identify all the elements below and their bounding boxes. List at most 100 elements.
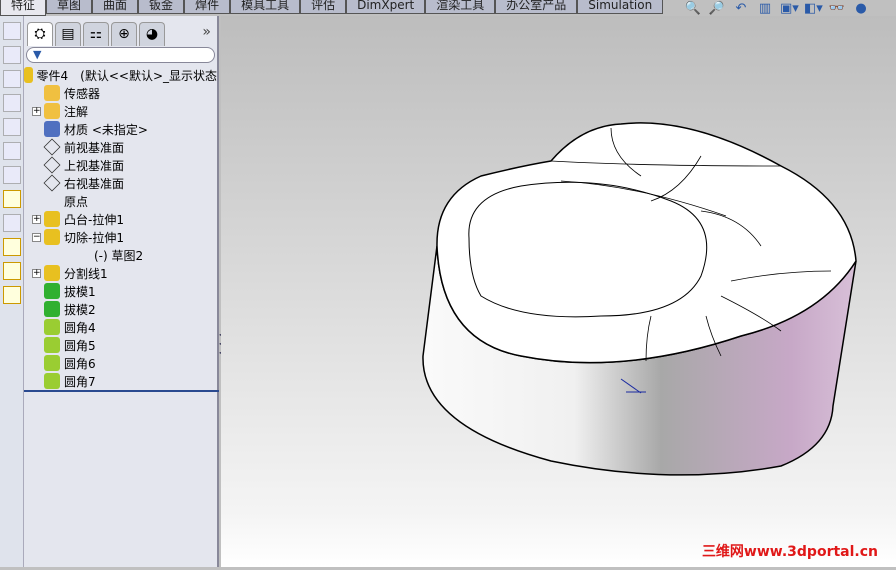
propertymanager-icon[interactable]: ▤ <box>55 22 81 46</box>
view-cube-icon[interactable] <box>3 142 21 160</box>
fillet-icon <box>44 319 60 335</box>
tree-item-label: 前视基准面 <box>64 140 125 155</box>
tree-item[interactable]: − 切除-拉伸1 <box>24 228 217 246</box>
sketch-tool-icon[interactable] <box>3 190 21 208</box>
tree-item-label: 原点 <box>64 194 89 209</box>
tree-item[interactable]: 传感器 <box>24 84 217 102</box>
tree-item-label: 右视基准面 <box>64 176 125 191</box>
view-orientation-icon[interactable]: ▣▾ <box>780 1 799 17</box>
feature-tree: 零件4 (默认<<默认>_显示状态 传感器 + 注解材质 <未指定> 前视基准面上视基… <box>24 64 217 390</box>
move-entities-icon[interactable] <box>3 238 21 256</box>
cut-extrude-icon <box>44 229 60 245</box>
tab-8[interactable]: 渲染工具 <box>425 0 496 14</box>
tree-item[interactable]: 右视基准面 <box>24 174 217 192</box>
graphics-area[interactable]: 三维网www.3dportal.cn <box>221 16 896 567</box>
view-cube-icon[interactable] <box>3 166 21 184</box>
assembly-icon[interactable] <box>3 262 21 280</box>
tree-item-label: 传感器 <box>64 86 101 101</box>
view-cube-icon[interactable] <box>3 22 21 40</box>
tab-1[interactable]: 草图 <box>46 0 93 14</box>
tree-item[interactable]: 圆角5 <box>24 336 217 354</box>
panel-divider[interactable] <box>24 390 219 392</box>
tab-6[interactable]: 评估 <box>300 0 347 14</box>
tab-3[interactable]: 钣金 <box>138 0 185 14</box>
tree-item-label: 圆角7 <box>64 374 96 389</box>
tree-item[interactable]: 上视基准面 <box>24 156 217 174</box>
view-cube-icon[interactable] <box>3 94 21 112</box>
zoom-area-icon[interactable]: 🔎 <box>708 1 726 17</box>
tree-item[interactable]: 前视基准面 <box>24 138 217 156</box>
tree-item-label: 切除-拉伸1 <box>64 230 124 245</box>
display-style-icon[interactable]: ◧▾ <box>804 1 823 17</box>
tree-item-label: 圆角5 <box>64 338 96 353</box>
tree-item[interactable]: + 凸台-拉伸1 <box>24 210 217 228</box>
material-icon <box>44 121 60 137</box>
view-cube-icon[interactable] <box>3 70 21 88</box>
display-manager-icon[interactable]: ◕ <box>139 22 165 46</box>
filter-input[interactable]: ▼ <box>26 47 215 63</box>
tree-item[interactable]: 材质 <未指定> <box>24 120 217 138</box>
tree-item[interactable]: + 分割线1 <box>24 264 217 282</box>
tree-item-label: 拔模1 <box>64 284 96 299</box>
watermark: 三维网www.3dportal.cn <box>701 544 878 560</box>
section-view-icon[interactable]: ▥ <box>756 1 774 17</box>
tree-item[interactable]: + 注解 <box>24 102 217 120</box>
feature-manager-panel: ⛭ ▤ ⚏ ⊕ ◕ » ▼ 零件4 (默认<<默认>_显示状态 传感器 + 注解材质 <未指… <box>24 16 219 567</box>
tab-7[interactable]: DimXpert <box>346 0 426 14</box>
filter-icon: ▼ <box>33 48 42 61</box>
sensor-folder-icon <box>44 85 60 101</box>
plane-icon <box>43 156 61 174</box>
draft-icon <box>44 301 60 317</box>
dimxpert-icon[interactable]: ⊕ <box>111 22 137 46</box>
tree-item-label: 注解 <box>64 104 89 119</box>
more-tabs-button[interactable]: » <box>202 24 211 40</box>
tab-9[interactable]: 办公室产品 <box>495 0 578 14</box>
tree-item-label: 材质 <未指定> <box>64 122 148 137</box>
tab-0[interactable]: 特征 <box>0 0 47 16</box>
featuremanager-icon[interactable]: ⛭ <box>27 22 53 46</box>
tree-item[interactable]: 原点 <box>24 192 217 210</box>
tab-2[interactable]: 曲面 <box>92 0 139 14</box>
previous-view-icon[interactable]: ↶ <box>732 1 750 17</box>
tab-10[interactable]: Simulation <box>577 0 664 14</box>
panel-tabs: ⛭ ▤ ⚏ ⊕ ◕ <box>24 16 217 46</box>
tree-item-label: (-) 草图2 <box>94 248 144 263</box>
expand-toggle[interactable]: − <box>32 232 41 242</box>
fillet-icon <box>44 355 60 371</box>
add-relation-icon[interactable] <box>3 214 21 232</box>
tree-item-label: 上视基准面 <box>64 158 125 173</box>
left-toolbar <box>0 16 24 567</box>
tree-item[interactable]: 拔模2 <box>24 300 217 318</box>
origin-icon <box>44 193 60 209</box>
hide-show-icon[interactable]: 👓▾ <box>828 1 846 32</box>
command-manager-tabs: 特征 草图 曲面 钣金 焊件 模具工具 评估 DimXpert 渲染工具 办公室产品 Simulat… <box>0 0 664 16</box>
view-cube-icon[interactable] <box>3 118 21 136</box>
part-icon <box>24 67 33 83</box>
tree-root[interactable]: 零件4 (默认<<默认>_显示状态 <box>24 66 217 84</box>
tree-item[interactable]: 圆角4 <box>24 318 217 336</box>
zoom-to-fit-icon[interactable]: 🔍 <box>684 1 702 17</box>
appearance-icon[interactable]: ● <box>852 1 870 17</box>
split-line-icon <box>44 265 60 281</box>
tree-item-label: 分割线1 <box>64 266 108 281</box>
configurationmanager-icon[interactable]: ⚏ <box>83 22 109 46</box>
tree-item[interactable]: 拔模1 <box>24 282 217 300</box>
assembly-icon[interactable] <box>3 286 21 304</box>
plane-icon <box>43 174 61 192</box>
expand-toggle[interactable]: + <box>32 268 41 278</box>
tab-4[interactable]: 焊件 <box>184 0 231 14</box>
view-cube-icon[interactable] <box>3 46 21 64</box>
sketch-icon <box>74 247 90 263</box>
tab-5[interactable]: 模具工具 <box>230 0 301 14</box>
annotations-folder-icon <box>44 103 60 119</box>
tree-item[interactable]: 圆角6 <box>24 354 217 372</box>
tree-item-label: 拔模2 <box>64 302 96 317</box>
part-model <box>422 122 857 476</box>
tree-item[interactable]: (-) 草图2 <box>24 246 217 264</box>
expand-toggle[interactable]: + <box>32 106 41 116</box>
fillet-icon <box>44 373 60 389</box>
tree-item-label: 凸台-拉伸1 <box>64 212 124 227</box>
tree-item[interactable]: 圆角7 <box>24 372 217 390</box>
expand-toggle[interactable]: + <box>32 214 41 224</box>
draft-icon <box>44 283 60 299</box>
